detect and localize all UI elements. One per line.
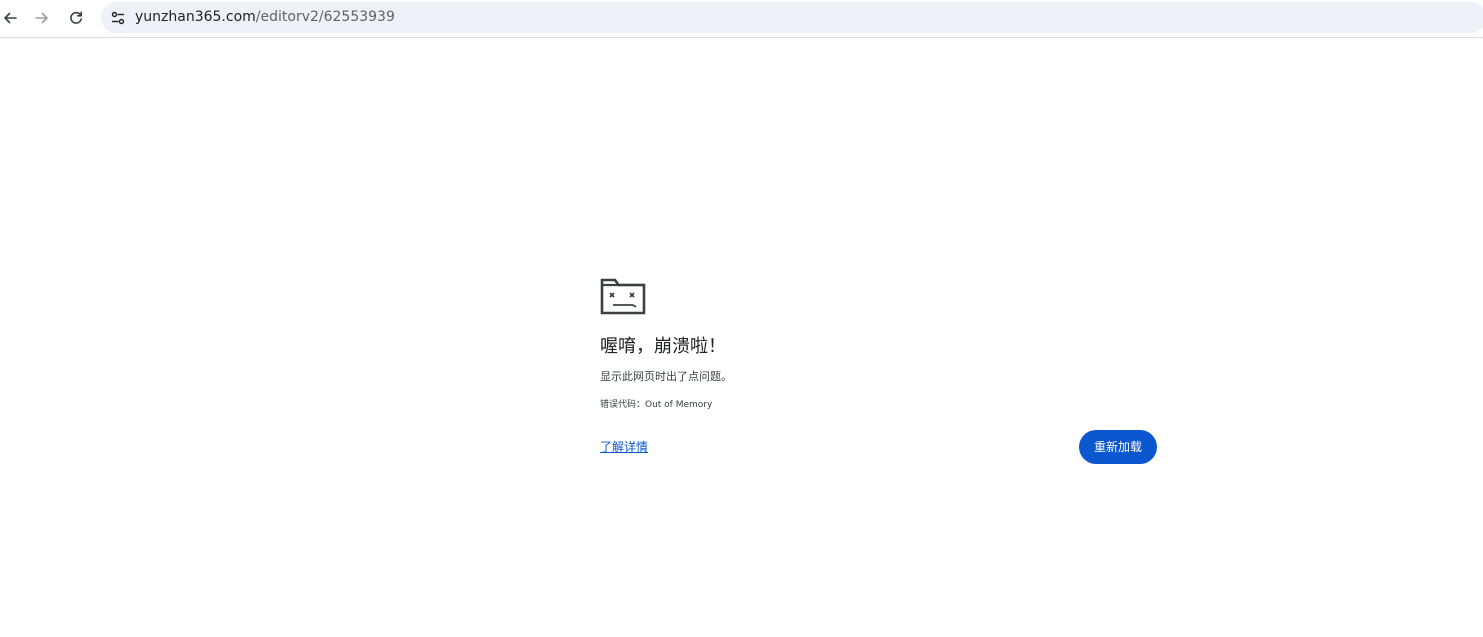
arrow-left-icon (4, 12, 17, 24)
error-title: 喔唷，崩溃啦！ (600, 336, 726, 357)
url-path: /editorv2/62553939 (255, 9, 395, 25)
browser-toolbar: yunzhan365.com/editorv2/62553939 (0, 0, 1483, 38)
sad-tab-icon (600, 278, 646, 315)
reload-button[interactable] (63, 5, 89, 31)
site-info-button[interactable] (108, 8, 128, 28)
error-description: 显示此网页时出了点问题。 (600, 370, 732, 383)
url-host: yunzhan365.com (135, 9, 256, 25)
tune-icon (111, 11, 125, 25)
url-text[interactable]: yunzhan365.com/editorv2/62553939 (135, 9, 395, 26)
back-button[interactable] (0, 5, 23, 31)
error-code: 错误代码：Out of Memory (600, 400, 713, 410)
reload-page-button[interactable]: 重新加载 (1079, 430, 1157, 464)
forward-button[interactable] (29, 5, 55, 31)
learn-more-link[interactable]: 了解详情 (600, 440, 648, 454)
arrow-right-icon (35, 12, 48, 24)
reload-icon (70, 11, 82, 24)
address-bar[interactable]: yunzhan365.com/editorv2/62553939 (101, 2, 1483, 33)
